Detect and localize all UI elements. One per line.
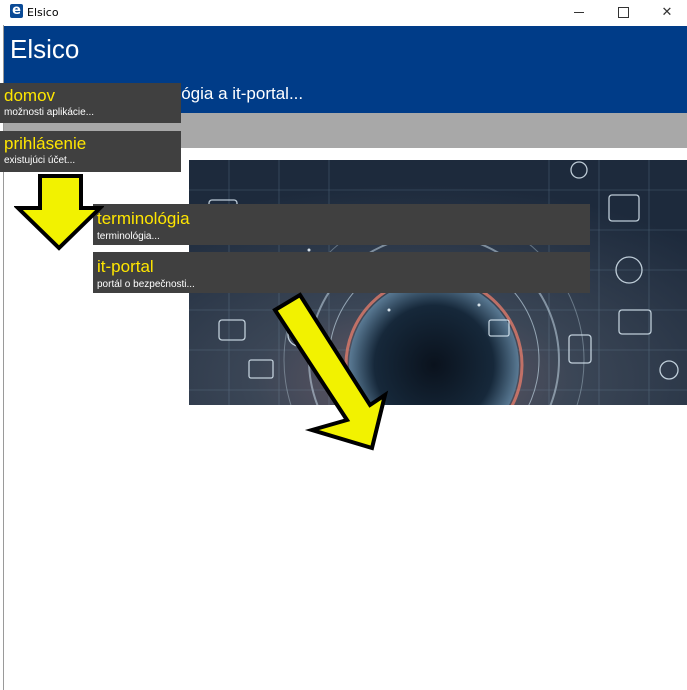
menu-item-description: možnosti aplikácie... xyxy=(4,107,95,118)
app-title: Elsico xyxy=(10,34,80,64)
window-title: Elsico xyxy=(27,6,59,19)
menu-item-prihlasenie[interactable]: prihlásenie existujúci účet... xyxy=(0,131,181,172)
menu-item-description: terminológia... xyxy=(97,231,160,242)
minimize-button[interactable] xyxy=(556,0,602,25)
minimize-icon xyxy=(574,12,584,13)
menu-item-title: prihlásenie xyxy=(4,134,87,153)
close-button[interactable]: ✕ xyxy=(644,0,687,25)
menu-item-domov[interactable]: domov možnosti aplikácie... xyxy=(0,83,181,123)
down-arrow-icon xyxy=(14,174,104,251)
menu-item-terminologia[interactable]: terminológia terminológia... xyxy=(93,204,590,245)
maximize-button[interactable] xyxy=(600,0,646,25)
app-e-icon: e xyxy=(10,4,23,18)
window-titlebar: e Elsico ✕ xyxy=(0,0,687,25)
maximize-icon xyxy=(617,7,629,18)
menu-item-description: portál o bezpečnosti... xyxy=(97,279,195,290)
diagonal-arrow-icon xyxy=(272,292,389,451)
menu-item-description: existujúci účet... xyxy=(4,155,76,166)
header-subtitle: ológia a it-portal... xyxy=(168,84,304,103)
menu-item-title: terminológia xyxy=(97,209,190,228)
menu-item-it-portal[interactable]: it-portal portál o bezpečnosti... xyxy=(93,252,590,293)
menu-item-title: it-portal xyxy=(97,257,154,276)
menu-item-title: domov xyxy=(4,86,56,105)
close-icon: ✕ xyxy=(661,5,673,20)
